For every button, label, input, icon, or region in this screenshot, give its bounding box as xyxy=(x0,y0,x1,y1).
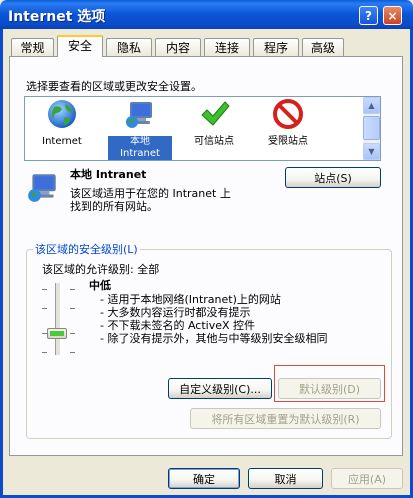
security-level-slider-thumb[interactable] xyxy=(47,328,67,339)
security-level-description: - 适用于本地网络(Intranet)上的网站 - 大多数内容运行时都没有提示 … xyxy=(100,293,327,345)
slider-tick xyxy=(70,352,75,353)
highlight-box xyxy=(274,365,385,402)
cancel-button[interactable]: 取消 xyxy=(248,468,323,489)
window-title: Internet 选项 xyxy=(8,9,106,25)
level-bullet: - 大多数内容运行时都没有提示 xyxy=(100,306,251,319)
custom-level-button[interactable]: 自定义级别(C)... xyxy=(168,378,272,399)
selected-zone-description-line2: 找到的所有网站。 xyxy=(70,200,158,213)
local-intranet-large-icon xyxy=(28,174,56,202)
tab-security[interactable]: 安全 xyxy=(57,35,103,57)
scroll-down-icon[interactable]: ▼ xyxy=(363,143,380,160)
scroll-thumb[interactable] xyxy=(363,116,380,140)
close-button[interactable]: × xyxy=(383,6,402,25)
security-level-slider-track[interactable] xyxy=(55,283,61,355)
security-level-name: 中低 xyxy=(89,279,111,292)
zone-list-scrollbar[interactable]: ▲ ▼ xyxy=(363,97,380,160)
slider-tick xyxy=(42,308,47,309)
zone-label-trusted-sites: 可信站点 xyxy=(194,136,234,147)
slider-tick xyxy=(70,333,75,334)
sites-button[interactable]: 站点(S) xyxy=(285,167,381,188)
scroll-up-icon[interactable]: ▲ xyxy=(363,97,380,114)
selected-zone-name: 本地 Intranet xyxy=(70,168,147,181)
apply-button[interactable]: 应用(A) xyxy=(331,468,403,489)
slider-tick xyxy=(42,289,47,290)
help-button[interactable]: ? xyxy=(359,6,378,25)
tab-connections[interactable]: 连接 xyxy=(204,38,250,56)
local-intranet-icon xyxy=(126,102,152,128)
ok-button[interactable]: 确定 xyxy=(168,468,240,489)
slider-tick xyxy=(70,308,75,309)
window-border-left xyxy=(0,29,3,498)
level-bullet: - 不下载未签名的 ActiveX 控件 xyxy=(100,319,256,332)
security-level-group-title: 该区域的安全级别(L) xyxy=(33,241,140,257)
zone-label-local-intranet: 本地 Intranet xyxy=(108,136,172,160)
slider-tick xyxy=(70,289,75,290)
zone-label-restricted-sites: 受限站点 xyxy=(268,136,308,147)
level-bullet: - 适用于本地网络(Intranet)上的网站 xyxy=(100,293,281,306)
tab-programs[interactable]: 程序 xyxy=(253,38,299,56)
globe-icon xyxy=(48,100,76,128)
no-entry-icon xyxy=(273,99,303,129)
tab-privacy[interactable]: 隐私 xyxy=(106,38,152,56)
allowed-level-text: 该区域的允许级别: 全部 xyxy=(42,263,160,276)
tab-content[interactable]: 内容 xyxy=(155,38,201,56)
slider-tick xyxy=(42,352,47,353)
zone-internet[interactable]: Internet xyxy=(30,98,94,160)
zone-restricted-sites[interactable]: 受限站点 xyxy=(256,98,320,160)
zone-local-intranet[interactable]: 本地 Intranet xyxy=(108,98,172,160)
zone-prompt: 选择要查看的区域或更改安全设置。 xyxy=(26,80,202,93)
level-bullet: - 除了没有提示外，其他与中等级别安全级相同 xyxy=(100,332,328,345)
checkmark-icon xyxy=(201,101,230,126)
tab-general[interactable]: 常规 xyxy=(11,38,54,56)
reset-all-zones-button[interactable]: 将所有区域重置为默认级别(R) xyxy=(190,408,381,429)
tab-advanced[interactable]: 高级 xyxy=(302,38,344,56)
zone-label-internet: Internet xyxy=(42,136,82,147)
zone-trusted-sites[interactable]: 可信站点 xyxy=(182,98,246,160)
